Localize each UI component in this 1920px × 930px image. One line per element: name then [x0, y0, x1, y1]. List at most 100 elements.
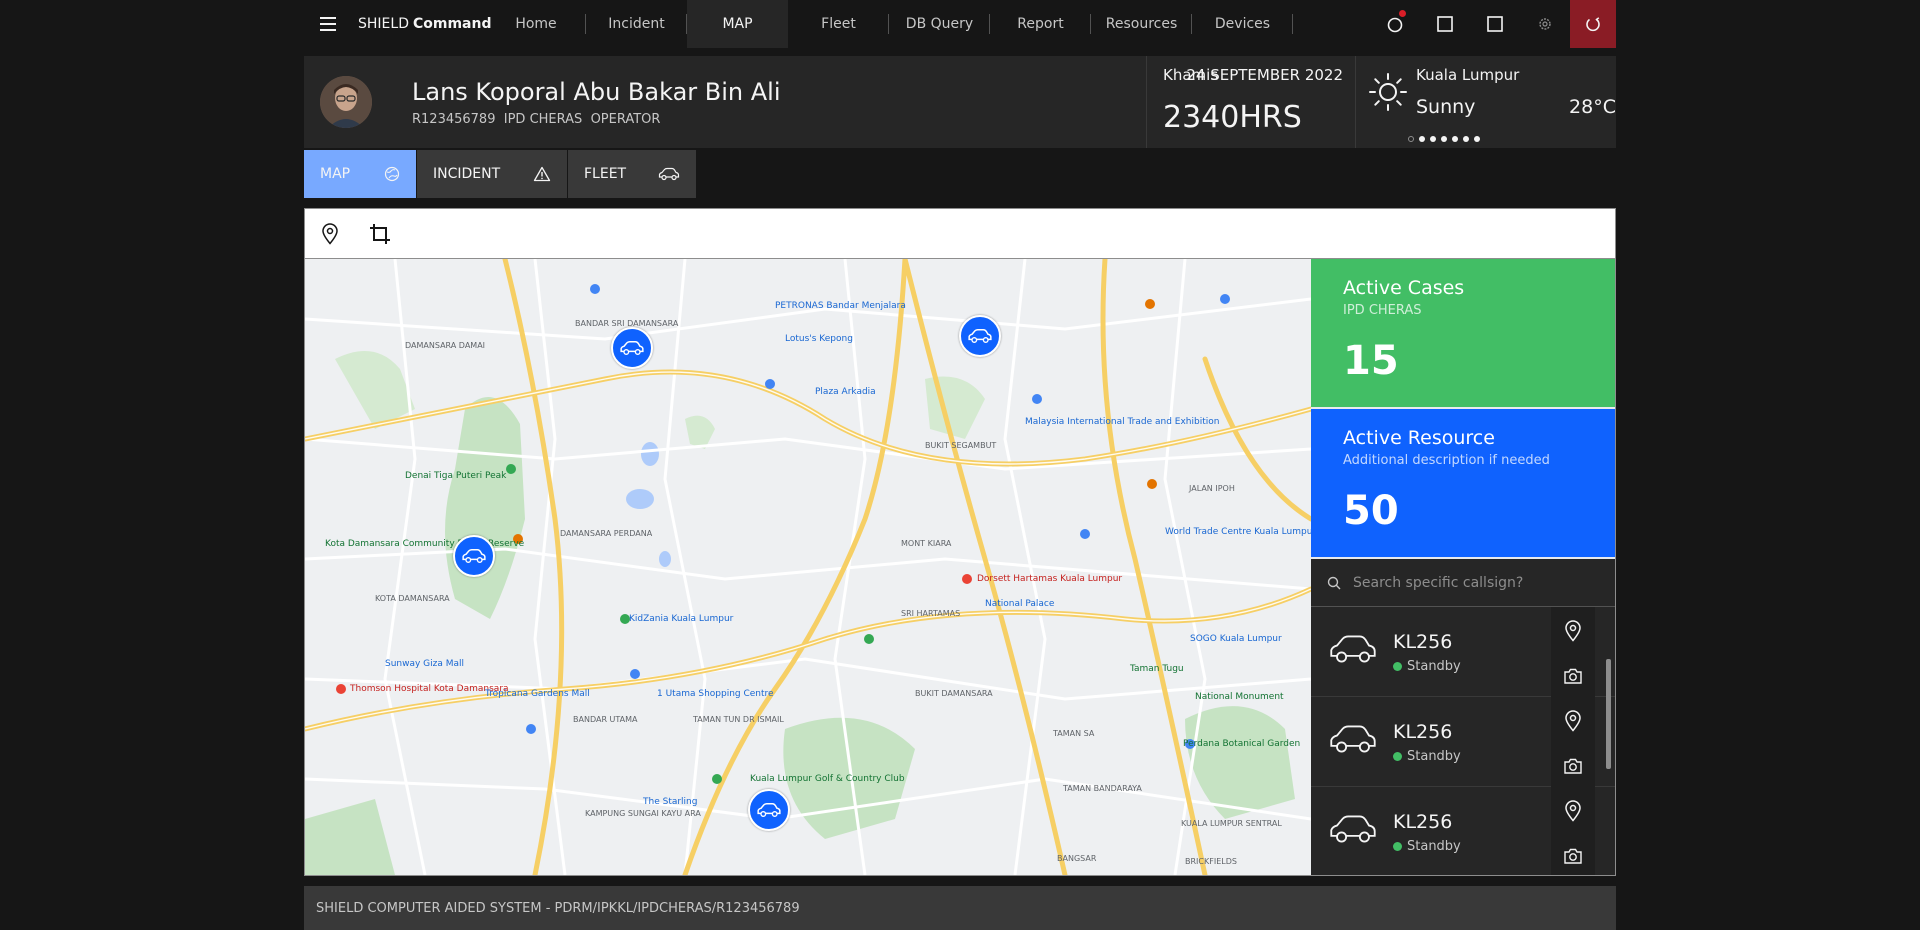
user-id: R123456789	[412, 112, 496, 127]
settings-button[interactable]	[1520, 0, 1570, 48]
list-scrollbar[interactable]	[1606, 659, 1611, 769]
user-unit: IPD CHERAS	[503, 112, 583, 127]
status-dot	[1393, 752, 1402, 761]
carousel-dot[interactable]	[1474, 136, 1480, 142]
square-outline-icon	[1487, 16, 1503, 32]
map-label: BUKIT SEGAMBUT	[925, 441, 997, 450]
tab-incident[interactable]: INCIDENT	[417, 150, 567, 198]
square-icon	[1437, 16, 1453, 32]
car-icon	[1330, 725, 1376, 753]
card-title: Active Resource	[1343, 427, 1495, 449]
row-actions	[1551, 697, 1595, 787]
map-label: PETRONAS Bandar Menjalara	[775, 301, 906, 311]
map-label: Sunway Giza Mall	[385, 659, 465, 669]
carousel-dot[interactable]	[1452, 136, 1458, 142]
search-input[interactable]	[1353, 574, 1593, 591]
map-label: BANGSAR	[1057, 854, 1097, 863]
nav-item-map[interactable]: MAP	[687, 0, 788, 48]
callsign: KL256	[1393, 631, 1453, 653]
map-label: Kuala Lumpur Golf & Country Club	[750, 774, 905, 784]
map-label: Malaysia International Trade and Exhibit…	[1025, 417, 1220, 427]
camera-icon[interactable]	[1563, 757, 1583, 775]
map-container: BANDAR SRI DAMANSARA DAMANSARA DAMAI KOT…	[304, 208, 1616, 876]
nav-item-report[interactable]: Report	[990, 0, 1091, 48]
brand[interactable]: SHIELD Command	[358, 16, 491, 32]
car-icon	[757, 802, 781, 817]
map-label: Dorsett Hartamas Kuala Lumpur	[977, 574, 1123, 584]
fleet-marker[interactable]	[453, 535, 495, 577]
nav-label: Resources	[1105, 16, 1178, 32]
map-label: 1 Utama Shopping Centre	[657, 689, 774, 699]
map-label: DAMANSARA DAMAI	[405, 341, 486, 350]
warning-icon	[533, 166, 551, 182]
row-actions	[1551, 787, 1595, 875]
list-item[interactable]: KL256 Standby	[1311, 787, 1615, 875]
map-crop-tool[interactable]	[355, 209, 405, 259]
user-name: Lans Koporal Abu Bakar Bin Ali	[412, 78, 781, 106]
logout-button[interactable]	[1570, 0, 1616, 48]
status-dot	[1393, 662, 1402, 671]
callsign: KL256	[1393, 721, 1453, 743]
list-item[interactable]: KL256 Standby	[1311, 697, 1615, 787]
map-label: DAMANSARA PERDANA	[560, 529, 653, 538]
camera-icon[interactable]	[1563, 847, 1583, 865]
user-header: Lans Koporal Abu Bakar Bin Ali R12345678…	[304, 56, 1616, 148]
nav-item-incident[interactable]: Incident	[586, 0, 687, 48]
map-label: The Starling	[643, 797, 698, 807]
car-icon	[1330, 815, 1376, 843]
power-icon	[1586, 17, 1600, 32]
fleet-marker[interactable]	[611, 327, 653, 369]
map-label: TAMAN BANDARAYA	[1063, 784, 1142, 793]
view-tabs: MAP INCIDENT FLEET	[304, 150, 697, 198]
callsign-search	[1311, 559, 1615, 607]
menu-button[interactable]	[304, 0, 352, 48]
window-button[interactable]	[1420, 0, 1470, 48]
map-location-tool[interactable]	[305, 209, 355, 259]
tab-map[interactable]: MAP	[304, 150, 416, 198]
weather-condition: Sunny	[1416, 96, 1476, 118]
map-label: KAMPUNG SUNGAI KAYU ARA	[585, 809, 701, 818]
carousel-dot[interactable]	[1430, 136, 1436, 142]
list-item[interactable]: KL256 Standby	[1311, 607, 1615, 697]
weather-temperature: 28°C	[1569, 96, 1616, 118]
location-pin-icon[interactable]	[1564, 709, 1582, 732]
location-pin-icon	[322, 223, 338, 245]
fleet-marker[interactable]	[748, 789, 790, 831]
nav-item-devices[interactable]: Devices	[1192, 0, 1293, 48]
nav-label: Report	[1017, 16, 1064, 32]
map-label: TAMAN SA	[1053, 729, 1095, 738]
notification-button[interactable]	[1370, 0, 1420, 48]
user-avatar-icon	[320, 76, 372, 128]
active-resource-card[interactable]: Active Resource Additional description i…	[1311, 409, 1615, 557]
carousel-dot[interactable]	[1463, 136, 1469, 142]
carousel-dot[interactable]	[1441, 136, 1447, 142]
camera-icon[interactable]	[1563, 667, 1583, 685]
map-label: Plaza Arkadia	[815, 387, 876, 397]
nav-item-db-query[interactable]: DB Query	[889, 0, 990, 48]
fleet-marker[interactable]	[959, 315, 1001, 357]
active-cases-card[interactable]: Active Cases IPD CHERAS 15	[1311, 259, 1615, 407]
nav-item-fleet[interactable]: Fleet	[788, 0, 889, 48]
nav-item-resources[interactable]: Resources	[1091, 0, 1192, 48]
app-root: SHIELD Command Home Incident MAP Fleet DB…	[304, 0, 1616, 930]
carousel-dot[interactable]	[1419, 136, 1425, 142]
car-icon	[462, 548, 486, 563]
nav-item-home[interactable]: Home	[486, 0, 586, 48]
carousel-dot[interactable]	[1408, 136, 1414, 142]
status-badge: Standby	[1393, 839, 1461, 854]
nav-label: Incident	[608, 16, 665, 32]
location-pin-icon[interactable]	[1564, 799, 1582, 822]
layout-button[interactable]	[1470, 0, 1520, 48]
card-subtitle: IPD CHERAS	[1343, 303, 1422, 318]
map-label: BRICKFIELDS	[1185, 857, 1237, 866]
footer-status: SHIELD COMPUTER AIDED SYSTEM - PDRM/IPKK…	[304, 886, 1616, 930]
nav-label: Home	[515, 16, 557, 32]
card-value: 50	[1343, 488, 1399, 534]
location-pin-icon[interactable]	[1564, 619, 1582, 642]
time-label: 2340HRS	[1163, 100, 1302, 135]
card-value: 15	[1343, 338, 1399, 384]
tab-fleet[interactable]: FLEET	[568, 150, 696, 198]
map-label: SRI HARTAMAS	[901, 609, 961, 618]
weather-widget[interactable]: Kuala Lumpur Sunny 28°C	[1356, 56, 1616, 148]
carousel-dots[interactable]	[1408, 136, 1480, 142]
